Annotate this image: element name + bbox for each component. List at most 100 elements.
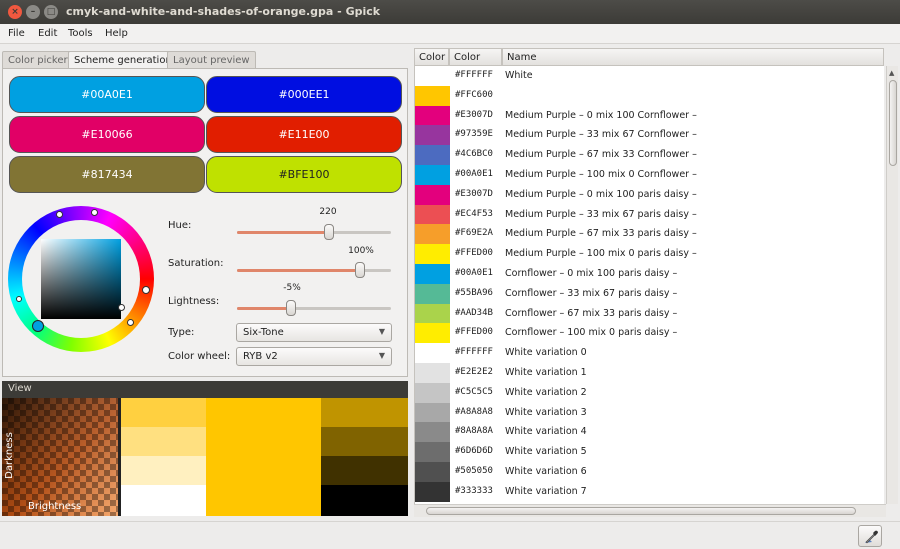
scheme-swatch-3[interactable]: #E10066 <box>9 116 205 153</box>
list-item[interactable]: #F69E2A Medium Purple – 67 mix 33 paris d… <box>415 224 884 245</box>
row-swatch <box>415 402 450 423</box>
horizontal-scrollbar-thumb[interactable] <box>426 507 856 515</box>
type-select[interactable]: Six-Tone ▼ <box>236 323 392 342</box>
row-name: Medium Purple – 100 mix 0 paris daisy – <box>505 248 697 260</box>
shade-column-dark[interactable] <box>321 398 408 516</box>
saturation-slider[interactable] <box>237 262 391 278</box>
row-name: Medium Purple – 67 mix 33 Cornflower – <box>505 149 697 161</box>
list-item[interactable]: #505050 White variation 6 <box>415 462 884 482</box>
scheme-swatch-1[interactable]: #00A0E1 <box>9 76 205 113</box>
saturation-slider-handle[interactable] <box>355 262 365 278</box>
list-item[interactable]: #FFFFFF White variation 0 <box>415 343 884 363</box>
list-item[interactable]: #00A0E1 Cornflower – 0 mix 100 paris dais… <box>415 264 884 284</box>
shade-column-light[interactable] <box>121 398 206 516</box>
hue-slider[interactable] <box>237 224 391 240</box>
color-wheel-select[interactable]: RYB v2 ▼ <box>236 347 392 366</box>
lightness-slider[interactable] <box>237 300 391 316</box>
minimize-icon[interactable]: – <box>26 5 40 19</box>
vertical-scrollbar[interactable]: ▲ <box>886 66 898 504</box>
shade-swatch[interactable] <box>321 456 408 485</box>
shade-column-base[interactable] <box>206 398 321 516</box>
list-item[interactable]: #FFC600 <box>415 85 884 106</box>
row-swatch <box>415 442 450 462</box>
column-header-color-swatch[interactable]: Color <box>414 48 449 66</box>
menu-edit[interactable]: Edit <box>38 28 57 39</box>
row-hex: #00A0E1 <box>455 268 493 278</box>
row-hex: #FFFFFF <box>455 347 493 358</box>
menu-help[interactable]: Help <box>105 28 128 39</box>
tab-layout-preview[interactable]: Layout preview <box>167 51 256 68</box>
pick-color-button[interactable] <box>858 525 882 547</box>
vertical-scrollbar-thumb[interactable] <box>889 80 897 166</box>
list-item[interactable]: #FFED00 Cornflower – 100 mix 0 paris dais… <box>415 323 884 344</box>
wheel-marker[interactable] <box>127 319 134 326</box>
color-list[interactable]: #FFFFFF White #FFC600 #E3007D Medium Purpl… <box>414 66 884 504</box>
shade-swatch[interactable] <box>121 485 206 516</box>
menu-file[interactable]: File <box>8 28 25 39</box>
scheme-swatch-2[interactable]: #000EE1 <box>206 76 402 113</box>
shade-swatch[interactable] <box>321 485 408 516</box>
column-header-color-hex[interactable]: Color <box>449 48 502 66</box>
shade-swatch[interactable] <box>121 398 206 427</box>
row-name: Medium Purple – 33 mix 67 Cornflower – <box>505 129 697 141</box>
list-item[interactable]: #EC4F53 Medium Purple – 33 mix 67 paris d… <box>415 204 884 225</box>
brightness-darkness-grid[interactable]: Darkness Brightness <box>2 398 118 516</box>
shade-swatch[interactable] <box>321 398 408 427</box>
tab-color-picker[interactable]: Color picker <box>2 51 74 68</box>
list-item[interactable]: #97359E Medium Purple – 33 mix 67 Cornflo… <box>415 125 884 146</box>
scheme-swatch-5[interactable]: #817434 <box>9 156 205 193</box>
color-wheel[interactable] <box>8 206 154 352</box>
tab-scheme-generation[interactable]: Scheme generation <box>68 51 178 69</box>
list-item[interactable]: #FFED00 Medium Purple – 100 mix 0 paris d… <box>415 244 884 264</box>
menu-tools[interactable]: Tools <box>68 28 93 39</box>
row-hex: #55BA96 <box>455 287 493 298</box>
saturation-lightness-square[interactable] <box>41 239 121 319</box>
row-hex: #F69E2A <box>455 228 493 239</box>
wheel-marker[interactable] <box>56 211 63 218</box>
list-item[interactable]: #C5C5C5 White variation 2 <box>415 382 884 403</box>
list-item[interactable]: #4C6BC0 Medium Purple – 67 mix 33 Cornflo… <box>415 145 884 165</box>
horizontal-scrollbar[interactable] <box>414 504 886 517</box>
list-item[interactable]: #E2E2E2 White variation 1 <box>415 363 884 383</box>
scheme-swatch-6[interactable]: #BFE100 <box>206 156 402 193</box>
list-item[interactable]: #8A8A8A White variation 4 <box>415 422 884 443</box>
row-name: Cornflower – 100 mix 0 paris daisy – <box>505 327 678 339</box>
type-select-value: Six-Tone <box>243 327 284 338</box>
row-name: Medium Purple – 33 mix 67 paris daisy – <box>505 208 697 220</box>
list-item[interactable]: #FFFFFF White <box>415 66 884 86</box>
close-icon[interactable]: × <box>8 5 22 19</box>
scheme-swatch-4[interactable]: #E11E00 <box>206 116 402 153</box>
wheel-marker[interactable] <box>16 296 22 302</box>
row-hex: #E3007D <box>455 188 493 199</box>
list-item[interactable]: #333333 White variation 7 <box>415 481 884 502</box>
lightness-slider-handle[interactable] <box>286 300 296 316</box>
list-item[interactable]: #00A0E1 Medium Purple – 100 mix 0 Cornflo… <box>415 165 884 185</box>
wheel-marker[interactable] <box>142 286 150 294</box>
maximize-icon[interactable]: □ <box>44 5 58 19</box>
row-swatch <box>415 303 450 324</box>
list-item[interactable]: #A8A8A8 White variation 3 <box>415 402 884 423</box>
list-item[interactable]: #55BA96 Cornflower – 33 mix 67 paris dais… <box>415 283 884 304</box>
list-item[interactable]: #E3007D Medium Purple – 0 mix 100 paris d… <box>415 184 884 205</box>
row-hex: #FFFFFF <box>455 70 493 80</box>
lightness-value: -5% <box>283 283 301 293</box>
wheel-marker-selected[interactable] <box>32 320 44 332</box>
list-item[interactable]: #E3007D Medium Purple – 0 mix 100 Cornflo… <box>415 105 884 126</box>
shade-swatch[interactable] <box>121 456 206 485</box>
hue-slider-handle[interactable] <box>324 224 334 240</box>
row-swatch <box>415 462 450 482</box>
list-item[interactable]: #6D6D6D White variation 5 <box>415 442 884 462</box>
row-name: Medium Purple – 100 mix 0 Cornflower – <box>505 169 697 180</box>
row-hex: #FFC600 <box>455 89 493 100</box>
wheel-marker[interactable] <box>118 304 125 311</box>
shade-swatch[interactable] <box>321 427 408 456</box>
wheel-marker[interactable] <box>91 209 98 216</box>
shade-swatch[interactable] <box>121 427 206 456</box>
row-swatch <box>415 363 450 383</box>
type-label: Type: <box>168 327 195 338</box>
list-item[interactable]: #AAD34B Cornflower – 67 mix 33 paris dais… <box>415 303 884 324</box>
color-wheel-label: Color wheel: <box>168 351 231 362</box>
row-hex: #333333 <box>455 485 493 496</box>
scroll-up-icon[interactable]: ▲ <box>889 69 894 77</box>
column-header-name[interactable]: Name <box>502 48 884 66</box>
